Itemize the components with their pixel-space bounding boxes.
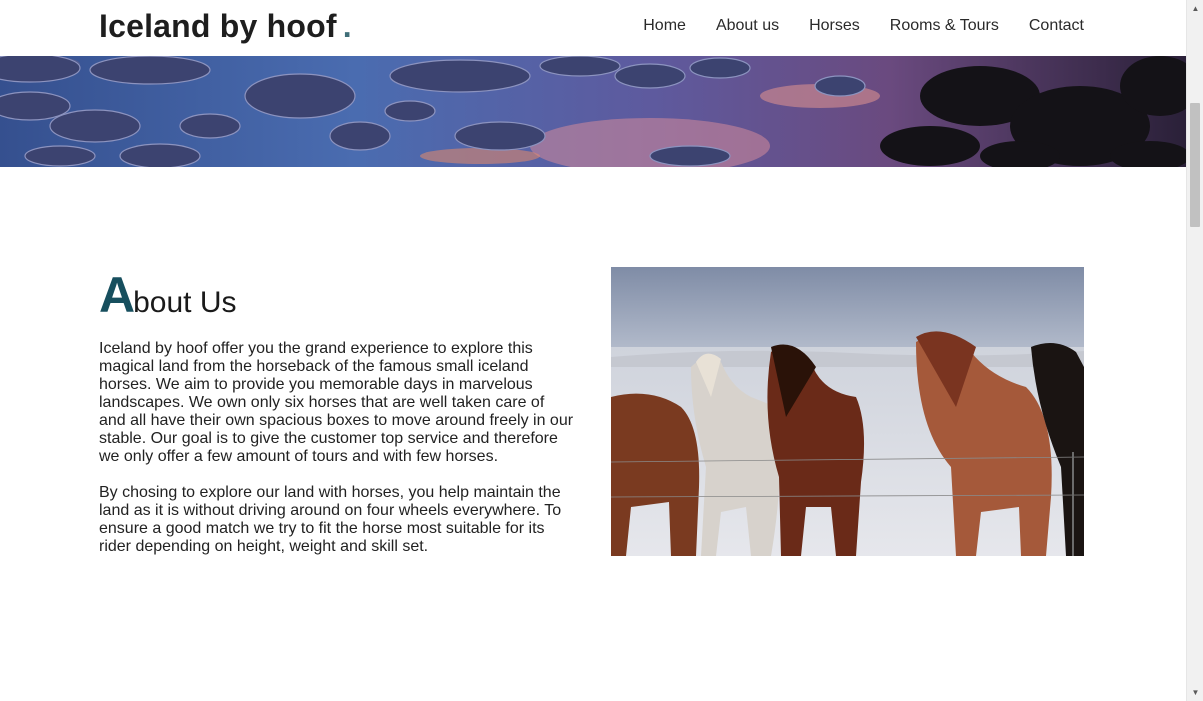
landscape-banner-image [0, 56, 1186, 167]
scroll-thumb[interactable] [1190, 103, 1200, 227]
page: Iceland by hoof. Home About us Horses Ro… [0, 0, 1186, 701]
site-header: Iceland by hoof. Home About us Horses Ro… [0, 0, 1186, 56]
scroll-down-icon[interactable]: ▼ [1187, 684, 1203, 701]
brand-name: Iceland by hoof [99, 8, 337, 44]
about-heading: About Us [99, 266, 237, 324]
about-text: Iceland by hoof offer you the grand expe… [99, 340, 574, 574]
horses-image [611, 267, 1084, 556]
nav-about-us[interactable]: About us [716, 17, 779, 35]
nav-horses[interactable]: Horses [809, 17, 860, 35]
scroll-up-icon[interactable]: ▲ [1187, 0, 1203, 17]
vertical-scrollbar[interactable]: ▲ ▼ [1186, 0, 1203, 701]
about-heading-rest: bout Us [133, 286, 237, 319]
main-nav: Home About us Horses Rooms & Tours Conta… [613, 17, 1084, 35]
horses-photo [611, 267, 1084, 556]
nav-contact[interactable]: Contact [1029, 17, 1084, 35]
hero-banner-image [0, 56, 1186, 167]
brand-dot: . [342, 8, 352, 44]
about-heading-initial: A [99, 267, 135, 323]
about-paragraph-2: By chosing to explore our land with hors… [99, 484, 562, 555]
brand-logo[interactable]: Iceland by hoof. [99, 8, 352, 45]
about-paragraph-1: Iceland by hoof offer you the grand expe… [99, 340, 574, 465]
nav-home[interactable]: Home [643, 17, 686, 35]
nav-rooms-tours[interactable]: Rooms & Tours [890, 17, 999, 35]
